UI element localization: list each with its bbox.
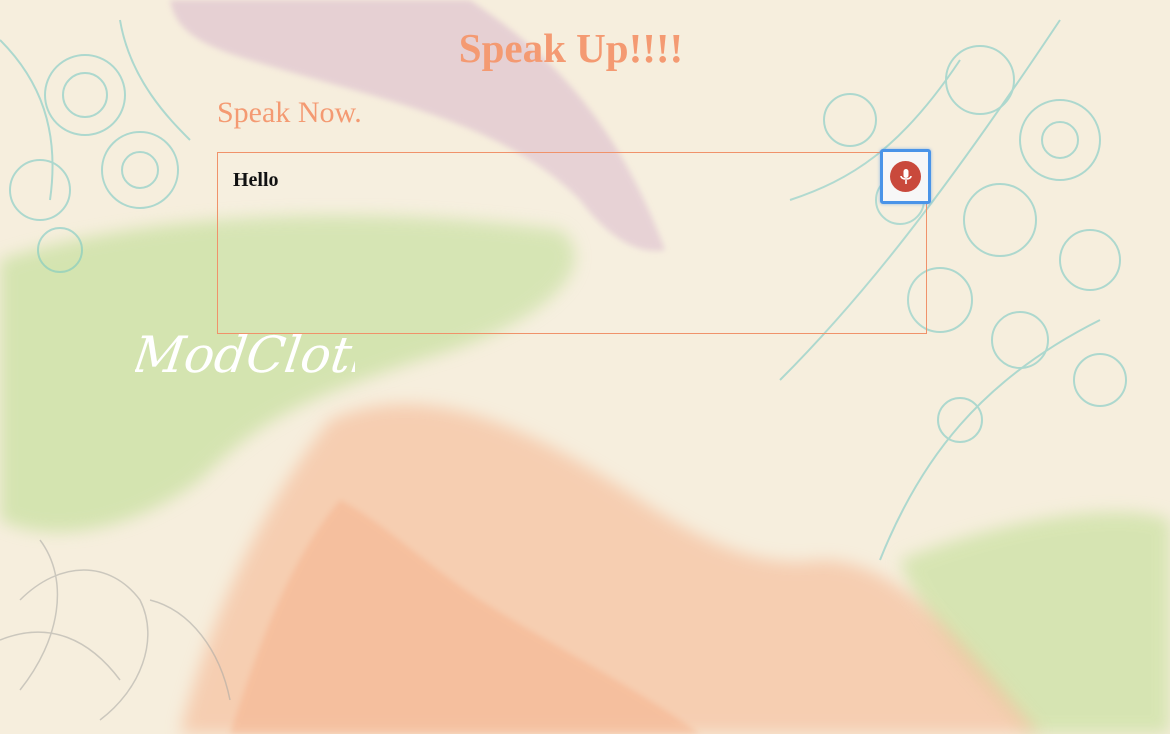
microphone-icon bbox=[890, 161, 921, 192]
transcript-text: Hello bbox=[233, 169, 279, 191]
svg-text:ModCloth: ModCloth bbox=[135, 325, 355, 384]
speak-now-prompt: Speak Now. bbox=[217, 96, 362, 129]
page-title: Speak Up!!!! bbox=[458, 25, 684, 71]
modcloth-logo: ModCloth bbox=[135, 325, 355, 384]
speech-transcript-box[interactable]: Hello bbox=[217, 152, 927, 334]
microphone-button[interactable] bbox=[880, 149, 931, 204]
